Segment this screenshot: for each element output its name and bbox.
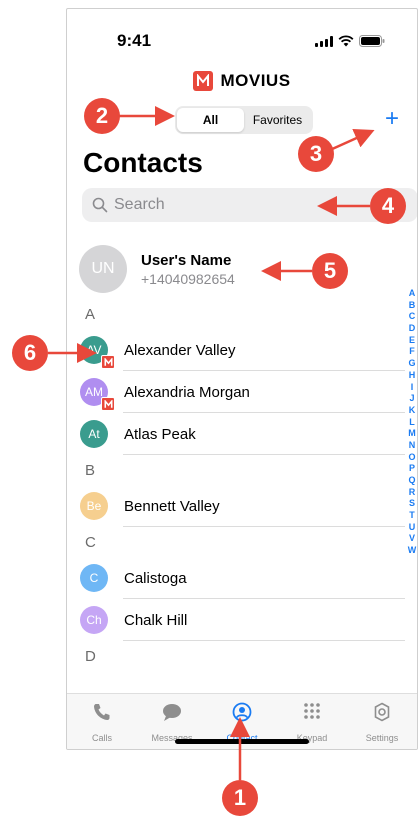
- contact-initials: Be: [86, 499, 102, 513]
- contact-icon: [232, 702, 252, 727]
- index-letter[interactable]: T: [409, 510, 415, 522]
- index-letter[interactable]: K: [409, 405, 416, 417]
- section-header: C: [85, 533, 96, 551]
- brand-name: MOVIUS: [220, 71, 291, 90]
- index-letter[interactable]: E: [409, 335, 415, 347]
- add-contact-button[interactable]: +: [385, 107, 399, 131]
- segment-all[interactable]: All: [177, 108, 244, 132]
- contact-row[interactable]: C Calistoga: [67, 557, 405, 599]
- contact-avatar: AM: [80, 378, 115, 411]
- my-phone-number: +14040982654: [141, 270, 235, 287]
- signal-icon: [315, 35, 333, 47]
- index-letter[interactable]: R: [409, 487, 416, 499]
- tab-calls[interactable]: Calls: [67, 694, 137, 749]
- contact-name: Calistoga: [124, 569, 187, 587]
- contact-initials: AV: [86, 343, 102, 357]
- message-icon: [161, 702, 183, 727]
- wifi-icon: [338, 35, 354, 47]
- section-header: A: [85, 305, 96, 323]
- index-letter[interactable]: O: [408, 452, 415, 464]
- index-letter[interactable]: H: [409, 370, 416, 382]
- index-letter[interactable]: S: [409, 498, 415, 510]
- contact-row[interactable]: AV Alexander Valley: [67, 329, 405, 371]
- contact-initials: C: [89, 571, 99, 585]
- callout-5: 5: [312, 253, 348, 289]
- callout-4: 4: [370, 188, 406, 224]
- page-title: Contacts: [83, 147, 203, 178]
- search-icon: [92, 197, 108, 213]
- contact-avatar: Ch: [80, 606, 108, 634]
- section-header: B: [85, 461, 96, 479]
- gear-icon: [372, 702, 392, 727]
- section-header: D: [85, 647, 96, 665]
- contact-list: A AV Alexander Valley AM Alexandria Morgan At…: [67, 299, 405, 671]
- segment-favorites[interactable]: Favorites: [244, 108, 311, 132]
- contact-filter-segmented-control[interactable]: All Favorites: [175, 106, 313, 134]
- index-letter[interactable]: U: [409, 522, 416, 534]
- index-letter[interactable]: I: [411, 382, 414, 394]
- contact-initials: AM: [85, 385, 103, 399]
- contact-name: Alexandria Morgan: [124, 383, 250, 401]
- callout-3: 3: [298, 136, 334, 172]
- status-icons: [315, 35, 385, 47]
- contact-row[interactable]: AM Alexandria Morgan: [67, 371, 405, 413]
- my-name: User's Name: [141, 251, 232, 269]
- index-letter[interactable]: G: [408, 358, 415, 370]
- index-letter[interactable]: F: [409, 346, 415, 358]
- index-letter[interactable]: W: [408, 545, 417, 557]
- contact-avatar: At: [80, 420, 108, 448]
- my-info: User's Name +14040982654: [141, 252, 235, 287]
- movius-badge-icon: [101, 355, 115, 369]
- movius-logo-icon: [193, 71, 214, 91]
- contact-name: Chalk Hill: [124, 611, 188, 629]
- search-input[interactable]: Search: [82, 188, 417, 222]
- my-avatar: UN: [79, 245, 127, 293]
- index-letter[interactable]: M: [408, 428, 416, 440]
- status-bar: 9:41: [67, 9, 417, 59]
- index-letter[interactable]: L: [409, 417, 415, 429]
- my-profile-row[interactable]: UN User's Name +14040982654: [79, 243, 409, 295]
- home-indicator: [175, 739, 309, 744]
- contact-row[interactable]: At Atlas Peak: [67, 413, 405, 455]
- index-letter[interactable]: B: [409, 300, 416, 312]
- tab-label: Settings: [365, 733, 399, 743]
- phone-icon: [92, 702, 112, 727]
- contact-avatar: AV: [80, 336, 115, 369]
- index-letter[interactable]: C: [409, 311, 416, 323]
- index-letter[interactable]: J: [409, 393, 414, 405]
- alphabet-index[interactable]: ABCDEFGHIJKLMNOPQRSTUVW: [405, 288, 417, 557]
- contact-name: Bennett Valley: [124, 497, 220, 515]
- callout-1: 1: [222, 780, 258, 816]
- index-letter[interactable]: V: [409, 533, 415, 545]
- contact-name: Alexander Valley: [124, 341, 236, 359]
- index-letter[interactable]: A: [409, 288, 416, 300]
- search-placeholder: Search: [114, 196, 165, 213]
- callout-2: 2: [84, 98, 120, 134]
- tab-label: Calls: [91, 733, 112, 743]
- keypad-icon: [302, 702, 322, 727]
- contact-initials: At: [88, 427, 100, 441]
- contact-avatar: C: [80, 564, 108, 592]
- contact-row[interactable]: Ch Chalk Hill: [67, 599, 405, 641]
- contact-row[interactable]: Be Bennett Valley: [67, 485, 405, 527]
- contact-initials: Ch: [86, 613, 102, 627]
- tab-settings[interactable]: Settings: [347, 694, 417, 749]
- brand-header: MOVIUS: [67, 71, 417, 91]
- movius-badge-icon: [101, 397, 115, 411]
- contact-avatar: Be: [80, 492, 108, 520]
- battery-icon: [359, 35, 385, 47]
- index-letter[interactable]: P: [409, 463, 415, 475]
- callout-6: 6: [12, 335, 48, 371]
- index-letter[interactable]: Q: [408, 475, 415, 487]
- index-letter[interactable]: D: [409, 323, 416, 335]
- index-letter[interactable]: N: [409, 440, 416, 452]
- status-time: 9:41: [117, 31, 152, 50]
- contact-name: Atlas Peak: [124, 425, 196, 443]
